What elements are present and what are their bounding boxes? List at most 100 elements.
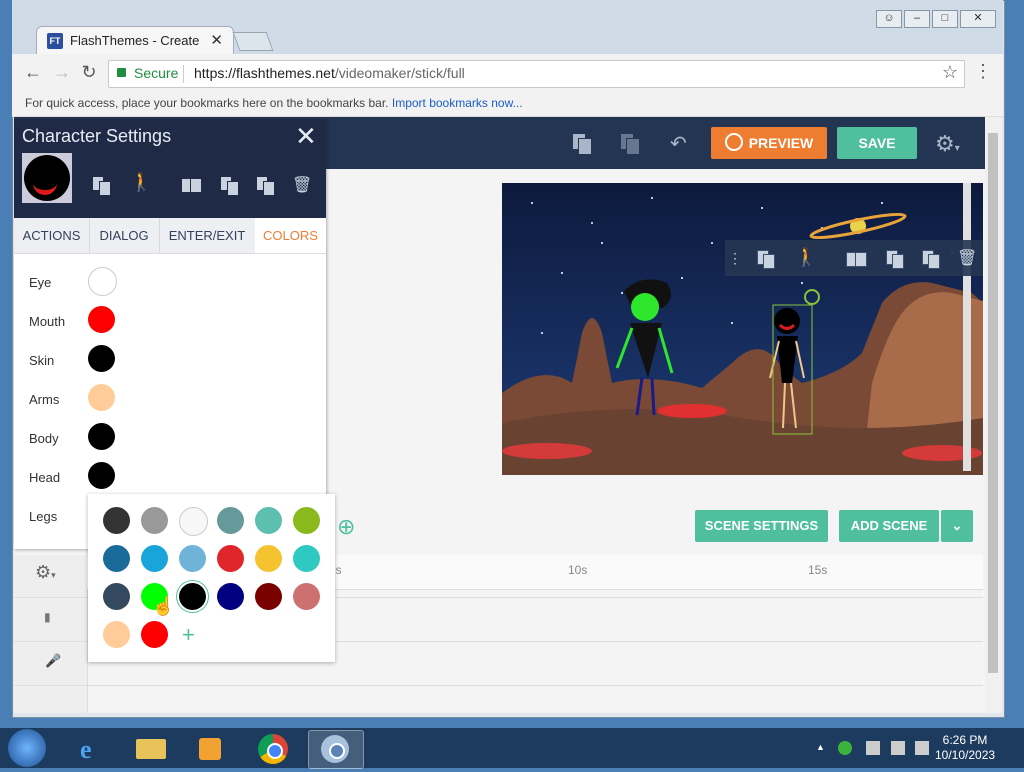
divider bbox=[183, 65, 184, 83]
tab-colors[interactable]: COLORS bbox=[255, 218, 326, 253]
forward-icon[interactable]: → bbox=[51, 62, 73, 83]
tab-enter-exit[interactable]: ENTER/EXIT bbox=[159, 218, 256, 253]
add-scene-button[interactable]: ADD SCENE bbox=[839, 510, 939, 542]
character-avatar bbox=[22, 153, 72, 203]
import-bookmarks-link[interactable]: Import bookmarks now... bbox=[392, 96, 523, 110]
palette-color-swatch[interactable] bbox=[255, 507, 282, 534]
minimize-icon[interactable]: – bbox=[904, 10, 930, 28]
palette-color-swatch[interactable] bbox=[179, 583, 206, 610]
user-icon[interactable]: ☺ bbox=[876, 10, 902, 28]
tab-actions[interactable]: ACTIONS bbox=[14, 218, 90, 253]
reload-icon[interactable]: ↻ bbox=[78, 62, 100, 83]
tab-title: FlashThemes - Create bbox=[70, 33, 200, 48]
bookmarks-hint-text: For quick access, place your bookmarks h… bbox=[25, 96, 523, 110]
attr-label-skin: Skin bbox=[29, 353, 55, 368]
delete-character-icon[interactable]: 🗑 bbox=[957, 248, 977, 268]
zoom-in-icon[interactable]: ⊕ bbox=[337, 514, 355, 540]
scrollbar-thumb[interactable] bbox=[988, 133, 998, 673]
swatch-body[interactable] bbox=[88, 423, 115, 450]
track-row[interactable] bbox=[14, 685, 983, 730]
palette-color-swatch[interactable] bbox=[179, 545, 206, 572]
sync-icon[interactable] bbox=[838, 741, 852, 755]
copy-icon[interactable] bbox=[570, 131, 594, 155]
file-explorer-icon[interactable] bbox=[124, 730, 178, 767]
copy-character-icon[interactable] bbox=[218, 174, 240, 196]
internet-explorer-icon[interactable]: e bbox=[64, 730, 118, 767]
swap-character-icon[interactable] bbox=[755, 249, 777, 269]
close-window-icon[interactable]: ✕ bbox=[960, 10, 996, 28]
palette-color-swatch[interactable] bbox=[217, 583, 244, 610]
paste-icon[interactable] bbox=[618, 131, 642, 155]
windows-start-button[interactable] bbox=[8, 729, 46, 767]
action-center-icon[interactable] bbox=[866, 741, 880, 755]
walk-action-icon[interactable]: 🚶 bbox=[130, 172, 152, 193]
swatch-head[interactable] bbox=[88, 462, 115, 489]
flip-icon[interactable] bbox=[180, 174, 202, 196]
palette-color-swatch[interactable] bbox=[141, 621, 168, 648]
palette-color-swatch[interactable] bbox=[217, 507, 244, 534]
undo-icon[interactable]: ↶ bbox=[670, 131, 687, 156]
close-tab-icon[interactable]: ✕ bbox=[210, 31, 223, 49]
bookmark-star-icon[interactable]: ☆ bbox=[942, 62, 958, 83]
chrome-icon[interactable] bbox=[246, 730, 300, 767]
swatch-mouth[interactable] bbox=[88, 306, 115, 333]
palette-color-swatch[interactable] bbox=[179, 507, 208, 536]
tab-flashthemes[interactable]: FT FlashThemes - Create ✕ bbox=[36, 26, 234, 55]
palette-color-swatch[interactable] bbox=[103, 545, 130, 572]
maximize-icon[interactable]: □ bbox=[932, 10, 958, 28]
tab-dialog[interactable]: DIALOG bbox=[89, 218, 160, 253]
page-scrollbar[interactable] bbox=[985, 117, 1002, 713]
attr-label-legs: Legs bbox=[29, 509, 58, 524]
palette-color-swatch[interactable] bbox=[217, 545, 244, 572]
paste-character-icon[interactable] bbox=[920, 249, 942, 269]
palette-color-swatch[interactable] bbox=[255, 583, 282, 610]
palette-color-swatch[interactable] bbox=[103, 621, 130, 648]
add-color-button[interactable]: + bbox=[182, 622, 195, 648]
delete-character-icon[interactable]: 🗑 bbox=[292, 175, 312, 195]
walk-action-icon[interactable]: 🚶 bbox=[795, 247, 817, 268]
preview-button[interactable]: PREVIEW bbox=[711, 127, 827, 159]
volume-icon[interactable] bbox=[915, 741, 929, 755]
scene-settings-button[interactable]: SCENE SETTINGS bbox=[695, 510, 828, 542]
palette-color-swatch[interactable] bbox=[293, 545, 320, 572]
clock[interactable]: 6:26 PM 10/10/2023 bbox=[935, 733, 995, 763]
stage-scrollbar[interactable] bbox=[963, 183, 971, 471]
media-player-icon[interactable] bbox=[184, 730, 238, 767]
palette-color-swatch[interactable] bbox=[141, 545, 168, 572]
close-panel-icon[interactable]: ✕ bbox=[295, 121, 317, 152]
palette-color-swatch[interactable] bbox=[103, 583, 130, 610]
attr-label-head: Head bbox=[29, 470, 61, 485]
scene-settings-label: SCENE SETTINGS bbox=[704, 518, 819, 533]
flashthemes-favicon-icon: FT bbox=[47, 33, 63, 49]
new-tab-button[interactable] bbox=[232, 32, 274, 51]
clock-time: 6:26 PM bbox=[942, 733, 988, 747]
palette-color-swatch[interactable] bbox=[293, 507, 320, 534]
back-icon[interactable]: ← bbox=[22, 62, 44, 83]
tick-label: 10s bbox=[568, 563, 588, 577]
palette-color-swatch[interactable] bbox=[103, 507, 130, 534]
palette-color-swatch[interactable] bbox=[141, 507, 168, 534]
add-scene-dropdown-icon[interactable]: ⌄ bbox=[941, 510, 973, 542]
copy-character-icon[interactable] bbox=[884, 249, 906, 269]
flip-icon[interactable] bbox=[845, 249, 867, 269]
preview-label: PREVIEW bbox=[748, 135, 814, 151]
hand-cursor-icon: ☝ bbox=[152, 596, 175, 616]
scene-stage[interactable] bbox=[502, 183, 983, 475]
drag-handle-icon[interactable]: ⋮ bbox=[728, 250, 742, 267]
network-icon[interactable] bbox=[891, 741, 905, 755]
paste-character-icon[interactable] bbox=[254, 174, 276, 196]
palette-color-swatch[interactable] bbox=[255, 545, 282, 572]
browser-menu-icon[interactable]: ⋮ bbox=[974, 61, 992, 82]
chrome-active-icon[interactable] bbox=[308, 730, 364, 769]
tray-expand-icon[interactable]: ▲ bbox=[816, 742, 825, 752]
swatch-eye[interactable] bbox=[88, 267, 117, 296]
palette-color-swatch[interactable] bbox=[293, 583, 320, 610]
timeline-settings-gear-icon[interactable]: ⚙▾ bbox=[35, 562, 56, 583]
settings-gear-icon[interactable]: ⚙▾ bbox=[935, 131, 960, 157]
attr-label-eye: Eye bbox=[29, 275, 52, 290]
swap-character-icon[interactable] bbox=[90, 174, 112, 196]
swatch-arms[interactable] bbox=[88, 384, 115, 411]
swatch-skin[interactable] bbox=[88, 345, 115, 372]
address-bar[interactable]: Secure https://flashthemes.net/videomake… bbox=[108, 60, 965, 88]
save-button[interactable]: SAVE bbox=[837, 127, 917, 159]
